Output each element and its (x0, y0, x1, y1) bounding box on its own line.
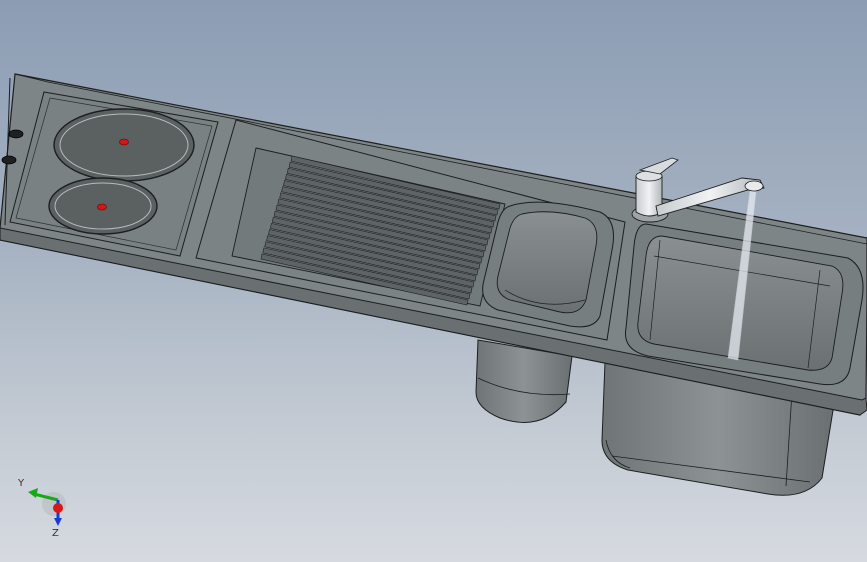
small-sink-bowl[interactable] (482, 201, 614, 328)
orientation-triad: Y Z (17, 478, 66, 539)
triad-z-label: Z (52, 528, 59, 539)
large-burner[interactable] (53, 108, 195, 182)
small-burner[interactable] (48, 177, 158, 235)
large-burner-marker (119, 138, 129, 146)
small-burner-marker (97, 203, 107, 211)
triad-y-label: Y (17, 478, 25, 489)
3d-model-scene[interactable] (0, 0, 867, 562)
triad-x-axis (53, 503, 63, 513)
graphics-viewport[interactable]: Y Z (0, 0, 867, 562)
